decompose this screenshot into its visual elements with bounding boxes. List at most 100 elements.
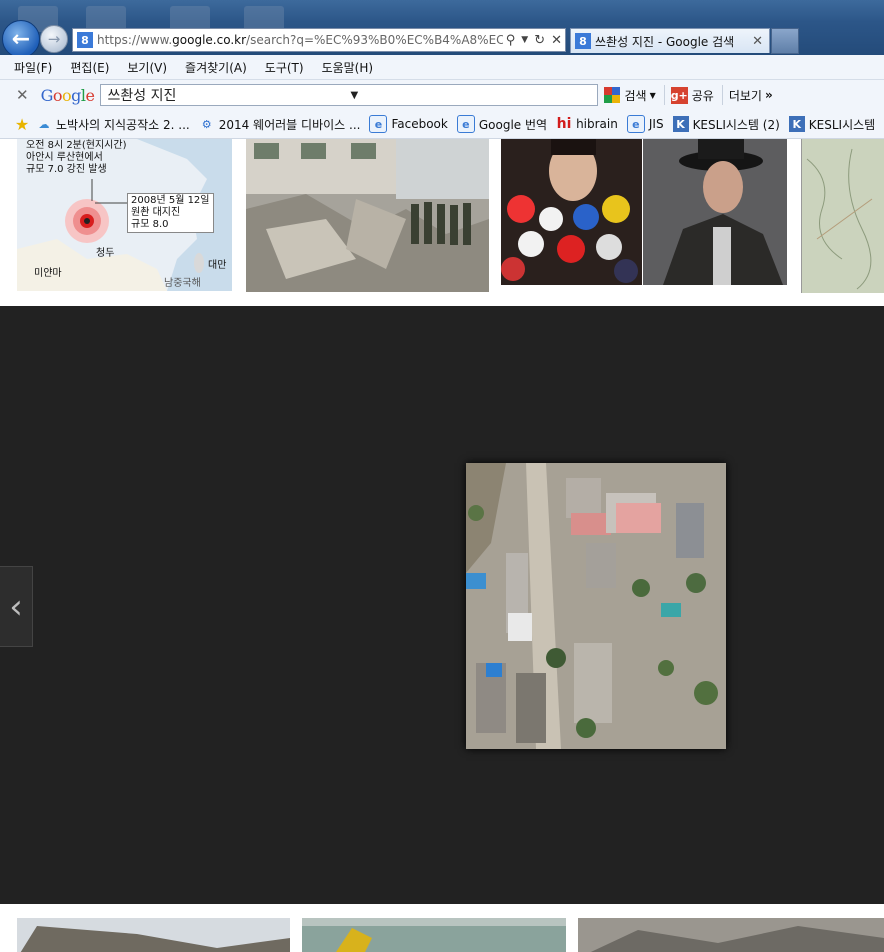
k-icon: K bbox=[788, 116, 805, 132]
dropdown-icon[interactable]: ▼ bbox=[518, 35, 531, 45]
favorite-link[interactable]: hi hibrain bbox=[556, 116, 618, 132]
favorite-label: Facebook bbox=[391, 117, 448, 131]
menu-edit[interactable]: 편집(E) bbox=[70, 59, 109, 76]
press-photo bbox=[501, 139, 642, 285]
forward-button[interactable]: → bbox=[40, 25, 68, 53]
annotation-line: 규모 8.0 bbox=[131, 219, 169, 230]
image-results-row-bottom bbox=[0, 904, 884, 952]
tab-google-search[interactable]: 8 쓰촨성 지진 - Google 검색 ✕ bbox=[570, 28, 770, 53]
divider bbox=[721, 85, 723, 105]
tab-title: 쓰촨성 지진 - Google 검색 bbox=[595, 34, 735, 49]
double-chevron-right-icon: » bbox=[764, 88, 773, 102]
annotation-line: 2008년 5월 12일 bbox=[131, 195, 210, 206]
favorite-link[interactable]: e Google 번역 bbox=[456, 115, 548, 133]
map-annotation-1: 오전 8시 2분(현지시간) 아안시 루산현에서 규모 7.0 강진 발생 bbox=[23, 139, 130, 177]
rubble-thumbnail[interactable] bbox=[246, 139, 489, 292]
menu-file[interactable]: 파일(F) bbox=[14, 59, 52, 76]
menu-help[interactable]: 도움말(H) bbox=[322, 59, 374, 76]
divider bbox=[663, 85, 665, 105]
folder-star-icon: ☁ bbox=[38, 117, 50, 131]
image-preview-panel: ‹ bbox=[0, 306, 884, 904]
favorite-label: 노박사의 지식공작소 2. ... bbox=[56, 117, 190, 132]
aerial-photo bbox=[466, 463, 726, 749]
previous-image-button[interactable]: ‹ bbox=[0, 566, 33, 647]
rubble-site-thumbnail[interactable] bbox=[578, 918, 884, 952]
close-tab-icon[interactable]: ✕ bbox=[746, 34, 769, 49]
more-label: 더보기 bbox=[728, 88, 762, 103]
google-favicon-icon: 8 bbox=[77, 32, 93, 48]
map-country-label: 미얀마 bbox=[34, 268, 62, 279]
hi-icon: hi bbox=[556, 116, 572, 132]
favorite-link[interactable]: e JIS bbox=[626, 115, 664, 133]
rubble-photo bbox=[246, 139, 489, 292]
back-button[interactable]: ← bbox=[2, 20, 40, 55]
menu-favorites[interactable]: 즐겨찾기(A) bbox=[185, 59, 247, 76]
url-path: /search?q=%EC%93%B0%EC%B4%A8%EC%84% bbox=[246, 33, 503, 47]
toolbar-more-button[interactable]: 더보기 » bbox=[729, 87, 773, 104]
map-annotation-2: 2008년 5월 12일 원촨 대지진 규모 8.0 bbox=[127, 193, 214, 233]
ie-page-icon: e bbox=[369, 115, 388, 133]
star-icon: ★ bbox=[14, 114, 30, 134]
k-icon: K bbox=[672, 116, 689, 132]
google-toolbar: ✕ Google 쓰촨성 지진 ▼ 검색 ▼ g+ 공유 더보기 » bbox=[0, 80, 884, 110]
actor-portrait-thumbnail[interactable] bbox=[643, 139, 787, 285]
address-bar[interactable]: 8 https://www.google.co.kr/search?q=%EC%… bbox=[72, 28, 566, 52]
close-toolbar-icon[interactable]: ✕ bbox=[16, 86, 29, 104]
toolbar-share-button[interactable]: g+ 공유 bbox=[670, 86, 714, 104]
web-slice-icon: ⚙ bbox=[201, 117, 212, 131]
new-tab-button[interactable] bbox=[771, 28, 799, 54]
ie-page-icon: e bbox=[626, 115, 645, 133]
map-thumbnail[interactable]: 오전 8시 2분(현지시간) 아안시 루산현에서 규모 7.0 강진 발생 20… bbox=[17, 139, 232, 291]
url-domain: google.co.kr bbox=[172, 33, 247, 47]
favorite-link[interactable]: e Facebook bbox=[369, 115, 448, 133]
menu-tools[interactable]: 도구(T) bbox=[265, 59, 304, 76]
favorite-label: Google 번역 bbox=[478, 117, 548, 132]
menu-view[interactable]: 보기(V) bbox=[127, 59, 167, 76]
collapsed-roof-thumbnail[interactable] bbox=[17, 918, 290, 952]
favorites-star-button[interactable]: ★ bbox=[14, 114, 34, 134]
favorites-bar: ★ ☁ 노박사의 지식공작소 2. ... ⚙ 2014 웨어러블 디바이스 .… bbox=[0, 110, 884, 139]
search-icon[interactable]: ⚲ bbox=[503, 33, 519, 48]
ie-page-icon: e bbox=[456, 115, 475, 133]
map-city-label: 청두 bbox=[96, 248, 115, 259]
google-logo: Google bbox=[40, 85, 95, 105]
chevron-down-icon[interactable]: ▼ bbox=[650, 91, 656, 100]
terrain-map-thumbnail[interactable] bbox=[801, 139, 884, 293]
annotation-line: 규모 7.0 강진 발생 bbox=[26, 164, 107, 175]
address-url[interactable]: https://www.google.co.kr/search?q=%EC%93… bbox=[97, 33, 503, 47]
image-results-row: 오전 8시 2분(현지시간) 아안시 루산현에서 규모 7.0 강진 발생 20… bbox=[0, 139, 884, 305]
window-titlebar: ← → 8 https://www.google.co.kr/search?q=… bbox=[0, 0, 884, 55]
favorite-label: hibrain bbox=[576, 117, 618, 131]
favorite-link[interactable]: K KESLI시스템 bbox=[788, 116, 875, 133]
back-arrow-icon: ← bbox=[11, 26, 31, 52]
url-prefix: https://www. bbox=[97, 33, 173, 47]
earthquake-aerial-image[interactable] bbox=[466, 463, 726, 749]
chevron-down-icon[interactable]: ▼ bbox=[350, 90, 597, 101]
favorite-link[interactable]: ⚙ 2014 웨어러블 디바이스 ... bbox=[199, 116, 361, 133]
terrain-map bbox=[802, 139, 884, 293]
search-label: 검색 bbox=[624, 88, 647, 103]
forward-arrow-icon: → bbox=[47, 30, 61, 48]
refresh-icon[interactable]: ↻ bbox=[531, 33, 548, 48]
excavator-photo bbox=[302, 918, 566, 952]
excavator-thumbnail[interactable] bbox=[302, 918, 566, 952]
favorite-link[interactable]: K KESLI시스템 (2) bbox=[672, 116, 780, 133]
favorite-label: 2014 웨어러블 디바이스 ... bbox=[218, 117, 361, 132]
google-plus-icon: g+ bbox=[670, 86, 688, 104]
google-favicon-icon: 8 bbox=[575, 33, 591, 49]
toolbar-search-input[interactable]: 쓰촨성 지진 ▼ bbox=[100, 84, 599, 106]
menu-bar: 파일(F) 편집(E) 보기(V) 즐겨찾기(A) 도구(T) 도움말(H) bbox=[0, 55, 884, 80]
favorite-label: JIS bbox=[648, 117, 664, 131]
annotation-line: 오전 8시 2분(현지시간) bbox=[26, 140, 127, 151]
share-label: 공유 bbox=[691, 88, 714, 103]
stop-icon[interactable]: ✕ bbox=[548, 33, 565, 48]
toolbar-search-query: 쓰촨성 지진 bbox=[107, 88, 177, 104]
favorite-label: KESLI시스템 (2) bbox=[692, 117, 780, 132]
chevron-left-icon: ‹ bbox=[9, 586, 23, 627]
favorite-link[interactable]: ☁ 노박사의 지식공작소 2. ... bbox=[36, 116, 190, 133]
google-search-icon bbox=[604, 87, 621, 103]
portrait-photo bbox=[643, 139, 787, 285]
map-source-label: 남중국해 bbox=[164, 278, 201, 289]
press-conference-thumbnail[interactable] bbox=[501, 139, 642, 285]
toolbar-search-button[interactable]: 검색 ▼ bbox=[604, 87, 656, 104]
